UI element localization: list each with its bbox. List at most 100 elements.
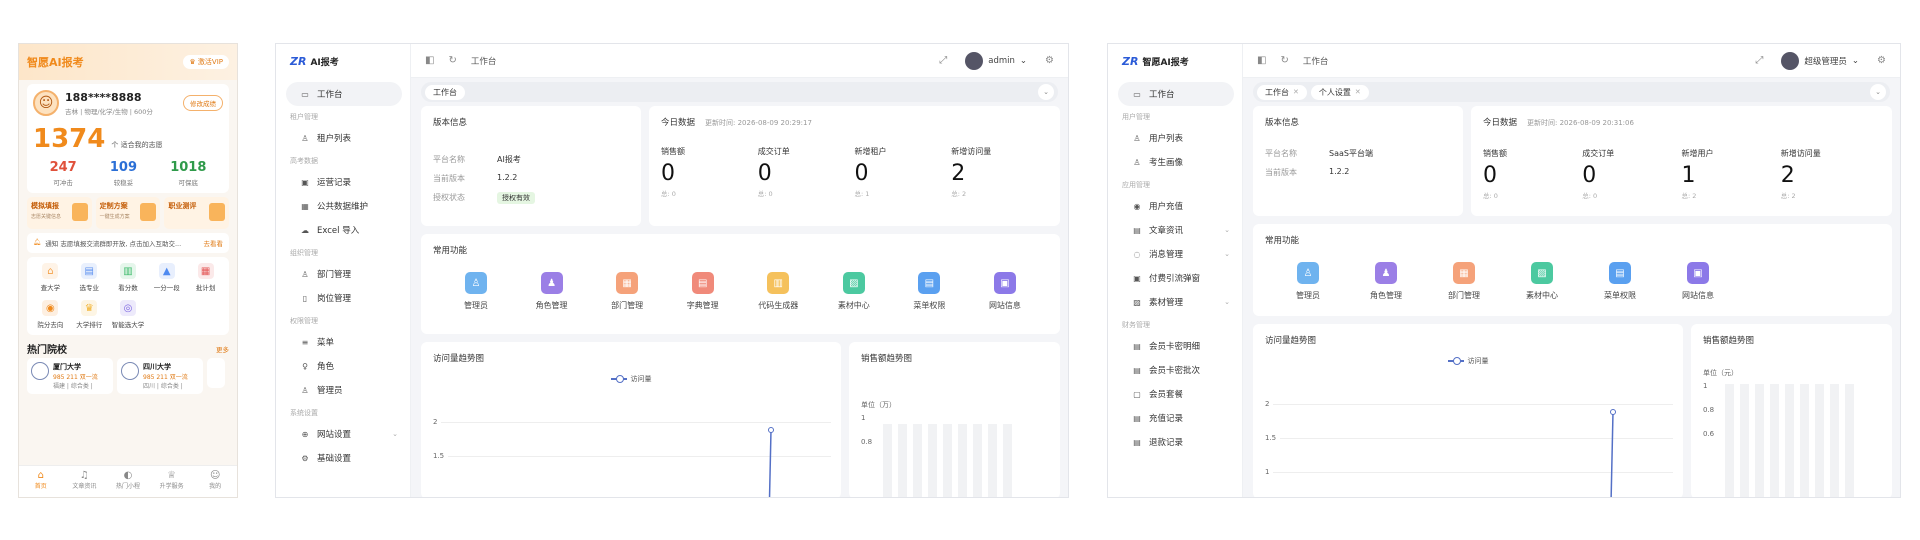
sales-bar[interactable] <box>1755 384 1764 497</box>
close-icon[interactable]: ✕ <box>1355 88 1361 96</box>
fullscreen-icon[interactable]: ⤢ <box>939 55 947 66</box>
sales-bar[interactable] <box>973 424 982 497</box>
hot-schools-more[interactable]: 更多 <box>216 344 229 354</box>
shortcut-item[interactable]: ▣ 网站信息 <box>1663 262 1733 301</box>
avatar[interactable]: ☺ <box>33 90 59 116</box>
shortcut-item[interactable]: ▥ 代码生成器 <box>743 272 813 311</box>
sales-bar[interactable] <box>958 424 967 497</box>
tool-grid-item[interactable]: ▤ 选专业 <box>70 263 109 292</box>
sales-bar[interactable] <box>943 424 952 497</box>
page-tab[interactable]: 个人设置 ✕ <box>1310 84 1369 100</box>
school-card[interactable]: 四川大学 985 211 双一流 四川 | 综合类 | <box>117 358 203 394</box>
chart-legend[interactable]: 访问量 <box>421 374 841 384</box>
sidebar-item[interactable]: ▤ 充值记录 <box>1108 406 1242 430</box>
sales-bar[interactable] <box>1830 384 1839 497</box>
sidebar-item[interactable]: ◉ 用户充值 <box>1108 194 1242 218</box>
sidebar-item[interactable]: ▭ 工作台 <box>1118 82 1234 106</box>
tool-grid-item[interactable]: ▦ 批计划 <box>186 263 225 292</box>
sidebar-item[interactable]: ▯ 岗位管理 <box>276 286 410 310</box>
stat-item[interactable]: 109 较稳妥 <box>110 160 137 187</box>
shortcut-item[interactable]: ▦ 部门管理 <box>592 272 662 311</box>
mobile-tab[interactable]: ⌂ 首页 <box>19 466 63 497</box>
settings-gear-icon[interactable]: ⚙ <box>1045 55 1054 66</box>
refresh-icon[interactable]: ↻ <box>448 55 456 66</box>
shortcut-item[interactable]: ▤ 菜单权限 <box>894 272 964 311</box>
feature-card[interactable]: 模拟填报 志愿关键信息 <box>27 197 92 229</box>
mobile-tab[interactable]: ♕ 升学服务 <box>150 466 194 497</box>
user-menu[interactable]: 超级管理员 ⌄ <box>1781 51 1859 70</box>
shortcut-item[interactable]: ♙ 管理员 <box>1273 262 1343 301</box>
shortcut-item[interactable]: ▨ 素材中心 <box>819 272 889 311</box>
tool-grid-item[interactable]: ▥ 看分数 <box>109 263 148 292</box>
sales-bar[interactable] <box>1815 384 1824 497</box>
shortcut-item[interactable]: ▦ 部门管理 <box>1429 262 1499 301</box>
tool-grid-item[interactable]: ♛ 大学排行 <box>70 300 109 329</box>
tool-grid-item[interactable]: ▲ 一分一段 <box>147 263 186 292</box>
sales-bar[interactable] <box>898 424 907 497</box>
sales-bar[interactable] <box>1785 384 1794 497</box>
shortcut-item[interactable]: ▤ 菜单权限 <box>1585 262 1655 301</box>
sidebar-item[interactable]: ♙ 管理员 <box>276 378 410 402</box>
refresh-icon[interactable]: ↻ <box>1280 55 1288 66</box>
mobile-tab[interactable]: ♫ 文章资讯 <box>63 466 107 497</box>
sidebar-item[interactable]: ▤ 文章资讯 ⌄ <box>1108 218 1242 242</box>
school-card-partial[interactable] <box>207 358 225 388</box>
shortcut-item[interactable]: ▨ 素材中心 <box>1507 262 1577 301</box>
page-tab[interactable]: 工作台 <box>425 84 465 100</box>
shortcut-item[interactable]: ♙ 管理员 <box>441 272 511 311</box>
close-icon[interactable]: ✕ <box>1293 88 1299 96</box>
sidebar-item[interactable]: ▢ 会员套餐 <box>1108 382 1242 406</box>
sales-bar[interactable] <box>988 424 997 497</box>
shortcut-item[interactable]: ▤ 字典管理 <box>668 272 738 311</box>
sidebar-item[interactable]: ◌ 消息管理 ⌄ <box>1108 242 1242 266</box>
edit-score-button[interactable]: 修改成绩 <box>183 95 223 111</box>
sales-bar[interactable] <box>1770 384 1779 497</box>
stat-item[interactable]: 1018 可保底 <box>170 160 206 187</box>
collapse-sidebar-icon[interactable]: ◧ <box>1257 55 1266 66</box>
tool-grid-item[interactable]: ⌂ 查大学 <box>31 263 70 292</box>
activate-vip-button[interactable]: ♛ 激活VIP <box>183 55 229 69</box>
trend-point[interactable] <box>1610 409 1616 415</box>
tabs-dropdown-chevron-icon[interactable]: ⌄ <box>1870 84 1886 100</box>
sales-bar[interactable] <box>1740 384 1749 497</box>
stat-item[interactable]: 247 可冲击 <box>50 160 77 187</box>
sales-bar[interactable] <box>1003 424 1012 497</box>
notice-bar[interactable]: 🔔︎ 通知 志愿填报交流群即开放, 点击加入互助交... 去看看 <box>27 233 229 253</box>
sidebar-item[interactable]: ▨ 素材管理 ⌄ <box>1108 290 1242 314</box>
settings-gear-icon[interactable]: ⚙ <box>1877 55 1886 66</box>
sidebar-item[interactable]: ▦ 公共数据维护 <box>276 194 410 218</box>
trend-point[interactable] <box>768 427 774 433</box>
tool-grid-item[interactable]: ◉ 院分去向 <box>31 300 70 329</box>
feature-card[interactable]: 职业测评 <box>164 197 230 229</box>
sales-bar[interactable] <box>883 424 892 497</box>
sidebar-item[interactable]: ⊕ 网站设置 ⌄ <box>276 422 410 446</box>
shortcut-item[interactable]: ▣ 网站信息 <box>970 272 1040 311</box>
page-tab[interactable]: 工作台 ✕ <box>1257 84 1307 100</box>
feature-card[interactable]: 定制方案 一键生成方案 <box>95 197 161 229</box>
school-card[interactable]: 厦门大学 985 211 双一流 福建 | 综合类 | <box>27 358 113 394</box>
sales-bar[interactable] <box>1800 384 1809 497</box>
sidebar-item[interactable]: ▤ 退款记录 <box>1108 430 1242 454</box>
sales-bar[interactable] <box>1845 384 1854 497</box>
shortcut-item[interactable]: ♟ 角色管理 <box>1351 262 1421 301</box>
mobile-tab[interactable]: ☺ 我的 <box>193 466 237 497</box>
collapse-sidebar-icon[interactable]: ◧ <box>425 55 434 66</box>
tool-grid-item[interactable]: ◎ 智能选大学 <box>109 300 148 329</box>
sidebar-item[interactable]: ☁ Excel 导入 <box>276 218 410 242</box>
sales-bar[interactable] <box>913 424 922 497</box>
fullscreen-icon[interactable]: ⤢ <box>1755 55 1763 66</box>
sidebar-item[interactable]: ▣ 付费引流弹窗 <box>1108 266 1242 290</box>
sidebar-item[interactable]: ♙ 部门管理 <box>276 262 410 286</box>
sidebar-item[interactable]: ▭ 工作台 <box>286 82 402 106</box>
sidebar-item[interactable]: ♙ 考生画像 <box>1108 150 1242 174</box>
chart-legend[interactable]: 访问量 <box>1253 356 1683 366</box>
sidebar-item[interactable]: ♙ 用户列表 <box>1108 126 1242 150</box>
sidebar-item[interactable]: ♙ 租户列表 <box>276 126 410 150</box>
tabs-dropdown-chevron-icon[interactable]: ⌄ <box>1038 84 1054 100</box>
sales-bar[interactable] <box>1725 384 1734 497</box>
sidebar-item[interactable]: ⚙ 基础设置 <box>276 446 410 470</box>
sales-bar[interactable] <box>928 424 937 497</box>
sidebar-item[interactable]: ▤ 会员卡密批次 <box>1108 358 1242 382</box>
shortcut-item[interactable]: ♟ 角色管理 <box>517 272 587 311</box>
sidebar-item[interactable]: ▣ 运营记录 <box>276 170 410 194</box>
